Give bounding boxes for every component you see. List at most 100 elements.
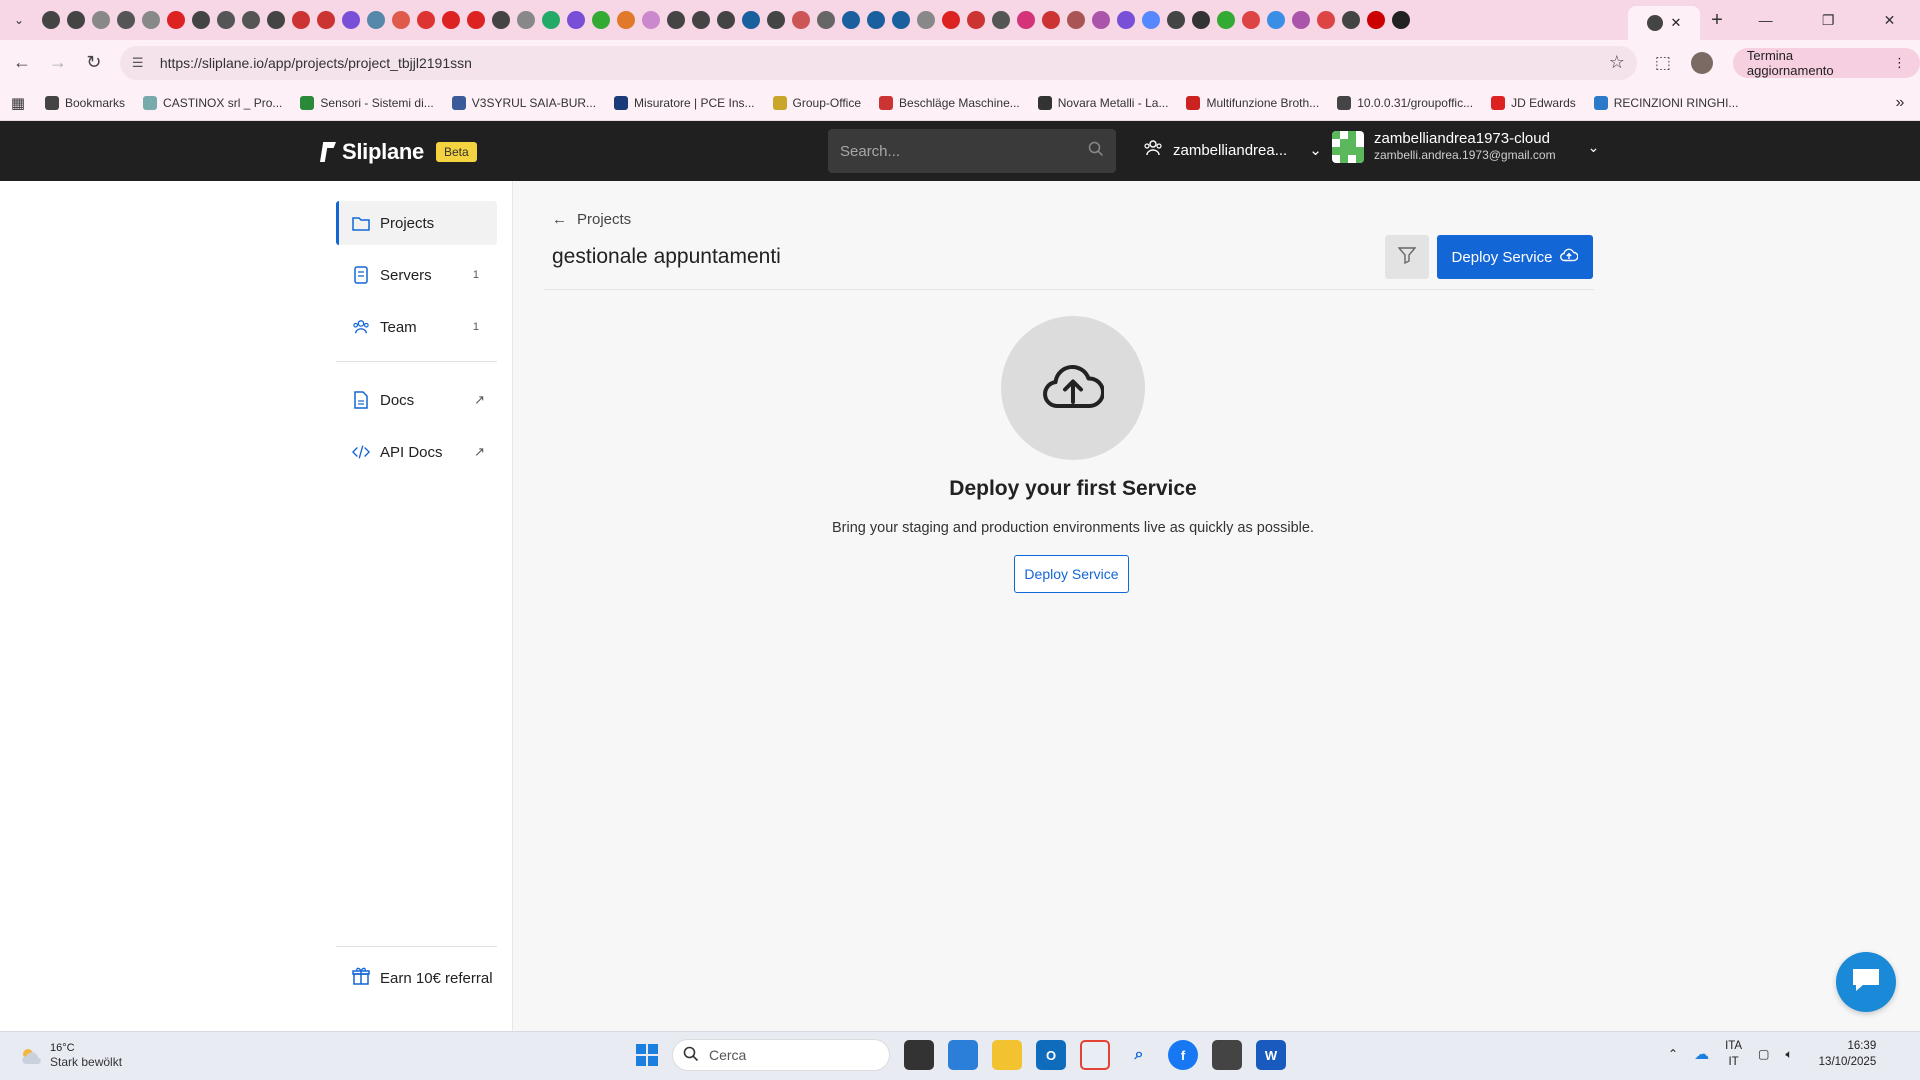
tab-favicon-icon[interactable] [317, 11, 335, 29]
update-button[interactable]: Termina aggiornamento ⋮ [1732, 47, 1920, 78]
bookmark-item[interactable]: 10.0.0.31/groupoffic... [1328, 95, 1482, 110]
tab-favicon-icon[interactable] [1042, 11, 1060, 29]
tab-favicon-icon[interactable] [667, 11, 685, 29]
bookmark-item[interactable]: Group-Office [764, 95, 870, 110]
taskbar-search[interactable]: Cerca [672, 1039, 890, 1071]
apps-grid-icon[interactable]: ▦ [0, 94, 36, 112]
chat-support-button[interactable] [1836, 952, 1896, 1012]
tab-favicon-icon[interactable] [117, 11, 135, 29]
back-to-projects-link[interactable]: ← Projects [552, 211, 631, 228]
tab-favicon-icon[interactable] [1317, 11, 1335, 29]
deploy-service-button[interactable]: Deploy Service [1437, 235, 1593, 279]
back-arrow-icon[interactable]: ← [4, 52, 40, 73]
brand-logo[interactable]: Sliplane Beta [320, 139, 477, 165]
m365-icon[interactable] [948, 1040, 978, 1070]
tab-favicon-icon[interactable] [417, 11, 435, 29]
new-tab-button[interactable]: + [1700, 9, 1734, 32]
tab-favicon-icon[interactable] [1392, 11, 1410, 29]
language-indicator[interactable]: ITA IT [1725, 1038, 1742, 1070]
close-window-icon[interactable]: ✕ [1884, 12, 1896, 29]
tab-favicon-icon[interactable] [192, 11, 210, 29]
chevron-up-icon[interactable]: ⌃ [1668, 1047, 1678, 1061]
tab-favicon-icon[interactable] [217, 11, 235, 29]
tab-favicon-icon[interactable] [142, 11, 160, 29]
store-icon[interactable] [1212, 1040, 1242, 1070]
tab-favicon-icon[interactable] [1117, 11, 1135, 29]
tab-favicon-icon[interactable] [692, 11, 710, 29]
extensions-icon[interactable]: ⬚ [1655, 53, 1671, 73]
tab-favicon-icon[interactable] [792, 11, 810, 29]
site-info-icon[interactable]: ☰ [132, 55, 150, 71]
tab-favicon-icon[interactable] [867, 11, 885, 29]
tab-favicon-icon[interactable] [642, 11, 660, 29]
search-input[interactable] [840, 142, 1088, 160]
tab-search-button[interactable]: ⌄ [0, 0, 38, 40]
tab-favicon-icon[interactable] [492, 11, 510, 29]
active-tab[interactable]: ✕ [1628, 6, 1700, 40]
tab-favicon-icon[interactable] [1092, 11, 1110, 29]
chrome-icon[interactable] [1080, 1040, 1110, 1070]
close-tab-icon[interactable]: ✕ [1671, 15, 1682, 31]
filter-button[interactable] [1385, 235, 1429, 279]
more-bookmarks-icon[interactable]: » [1880, 94, 1920, 112]
forward-arrow-icon[interactable]: → [40, 52, 76, 73]
bookmark-star-icon[interactable]: ☆ [1609, 52, 1625, 73]
search-icon[interactable] [1088, 141, 1104, 161]
bookmark-item[interactable]: Misuratore | PCE Ins... [605, 95, 764, 110]
tab-favicon-icon[interactable] [1292, 11, 1310, 29]
sidebar-item-api-docs[interactable]: API Docs ↗ [336, 430, 497, 474]
bookmark-item[interactable]: Beschläge Maschine... [870, 95, 1029, 110]
volume-icon[interactable]: 🔈︎ [1785, 1047, 1792, 1062]
tab-favicon-icon[interactable] [1142, 11, 1160, 29]
tab-favicon-icon[interactable] [267, 11, 285, 29]
tab-favicon-icon[interactable] [1017, 11, 1035, 29]
tab-favicon-icon[interactable] [767, 11, 785, 29]
tab-favicon-icon[interactable] [242, 11, 260, 29]
magnifier-icon[interactable]: ⌕ [1124, 1040, 1154, 1070]
bookmark-item[interactable]: Sensori - Sistemi di... [291, 95, 442, 110]
tab-favicon-icon[interactable] [1067, 11, 1085, 29]
onedrive-icon[interactable]: ☁ [1694, 1045, 1709, 1063]
tab-favicon-icon[interactable] [442, 11, 460, 29]
bookmark-item[interactable]: Novara Metalli - La... [1029, 95, 1178, 110]
tab-favicon-icon[interactable] [592, 11, 610, 29]
tab-favicon-icon[interactable] [517, 11, 535, 29]
tab-favicon-icon[interactable] [567, 11, 585, 29]
tab-favicon-icon[interactable] [717, 11, 735, 29]
bookmark-item[interactable]: CASTINOX srl _ Pro... [134, 95, 291, 110]
bookmark-item[interactable]: RECINZIONI RINGHI... [1585, 95, 1748, 110]
tab-favicon-icon[interactable] [467, 11, 485, 29]
tab-favicon-icon[interactable] [967, 11, 985, 29]
tab-favicon-icon[interactable] [392, 11, 410, 29]
tab-favicon-icon[interactable] [1367, 11, 1385, 29]
tab-favicon-icon[interactable] [342, 11, 360, 29]
tab-favicon-icon[interactable] [742, 11, 760, 29]
tab-favicon-icon[interactable] [542, 11, 560, 29]
tab-favicon-icon[interactable] [167, 11, 185, 29]
tab-favicon-icon[interactable] [992, 11, 1010, 29]
tab-favicon-icon[interactable] [92, 11, 110, 29]
facebook-icon[interactable]: f [1168, 1040, 1198, 1070]
bookmark-item[interactable]: Multifunzione Broth... [1177, 95, 1328, 110]
tab-favicon-icon[interactable] [892, 11, 910, 29]
reload-icon[interactable]: ↻ [76, 52, 112, 73]
referral-link[interactable]: Earn 10€ referral [336, 946, 497, 989]
outlook-icon[interactable]: O [1036, 1040, 1066, 1070]
windows-start-icon[interactable] [636, 1044, 658, 1066]
sidebar-item-servers[interactable]: Servers 1 [336, 253, 497, 297]
bookmark-item[interactable]: JD Edwards [1482, 95, 1585, 110]
tab-favicon-icon[interactable] [367, 11, 385, 29]
word-icon[interactable]: W [1256, 1040, 1286, 1070]
org-switcher[interactable]: zambelliandrea... ⌄ [1143, 139, 1322, 161]
tab-favicon-icon[interactable] [1217, 11, 1235, 29]
tab-favicon-icon[interactable] [67, 11, 85, 29]
sidebar-item-team[interactable]: Team 1 [336, 305, 497, 349]
tab-favicon-icon[interactable] [42, 11, 60, 29]
weather-widget[interactable]: 16°C Stark bewölkt [18, 1041, 122, 1070]
clock[interactable]: 16:39 13/10/2025 [1819, 1038, 1877, 1070]
sidebar-item-docs[interactable]: Docs ↗ [336, 378, 497, 422]
user-menu[interactable]: zambelliandrea1973-cloud zambelli.andrea… [1332, 131, 1599, 163]
address-bar[interactable]: ☰ https://sliplane.io/app/projects/proje… [119, 45, 1637, 80]
tab-favicon-icon[interactable] [1267, 11, 1285, 29]
sidebar-item-projects[interactable]: Projects [336, 201, 497, 245]
